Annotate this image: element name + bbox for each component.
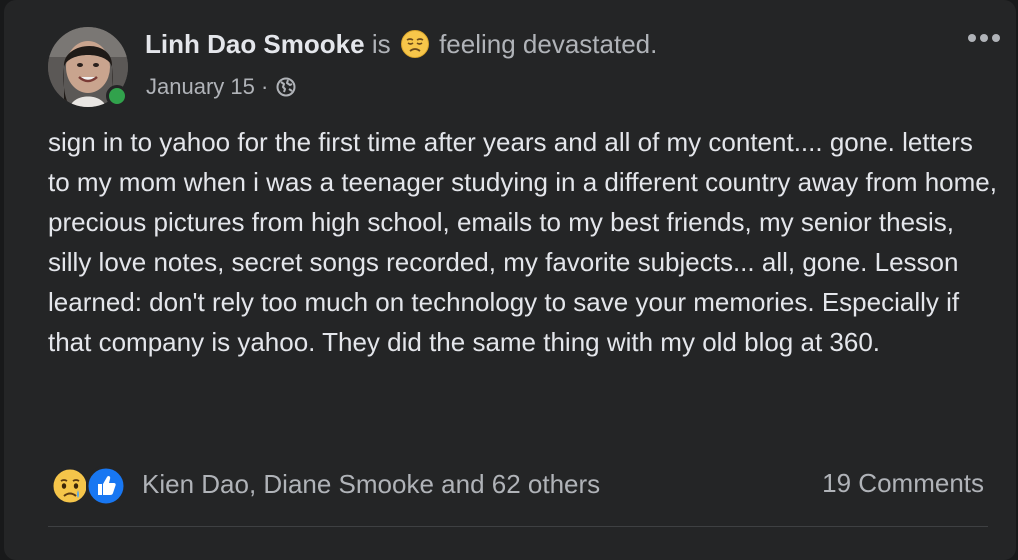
more-options-icon (968, 34, 1000, 42)
profile-avatar[interactable] (48, 27, 128, 107)
like-reaction-icon (85, 465, 127, 507)
feeling-prefix: is (371, 29, 391, 59)
comments-count-link[interactable]: 19 Comments (822, 468, 984, 499)
reactions-summary[interactable]: Kien Dao, Diane Smooke and 62 others (48, 462, 601, 507)
feeling-text: feeling devastated. (439, 29, 658, 59)
reaction-icons (48, 464, 128, 507)
globe-icon[interactable] (276, 77, 296, 97)
meta-separator: · (260, 74, 269, 99)
author-name[interactable]: Linh Dao Smooke (145, 29, 365, 59)
post-header: Linh Dao Smooke is feeling devastated. J… (48, 24, 988, 108)
footer-divider (48, 526, 988, 527)
post-meta: January 15 · (146, 74, 296, 100)
post-title-line: Linh Dao Smooke is feeling devastated. (145, 29, 657, 60)
sad-reaction-icon (52, 468, 88, 504)
post-body: sign in to yahoo for the first time afte… (48, 127, 997, 357)
reactors-text: Kien Dao, Diane Smooke and 62 others (142, 468, 601, 499)
more-options-button[interactable] (964, 24, 1004, 52)
post-date[interactable]: January 15 (146, 74, 255, 99)
disappointed-face-icon (400, 29, 430, 59)
post-card: Linh Dao Smooke is feeling devastated. J… (4, 0, 1016, 560)
online-status-indicator (106, 85, 128, 107)
